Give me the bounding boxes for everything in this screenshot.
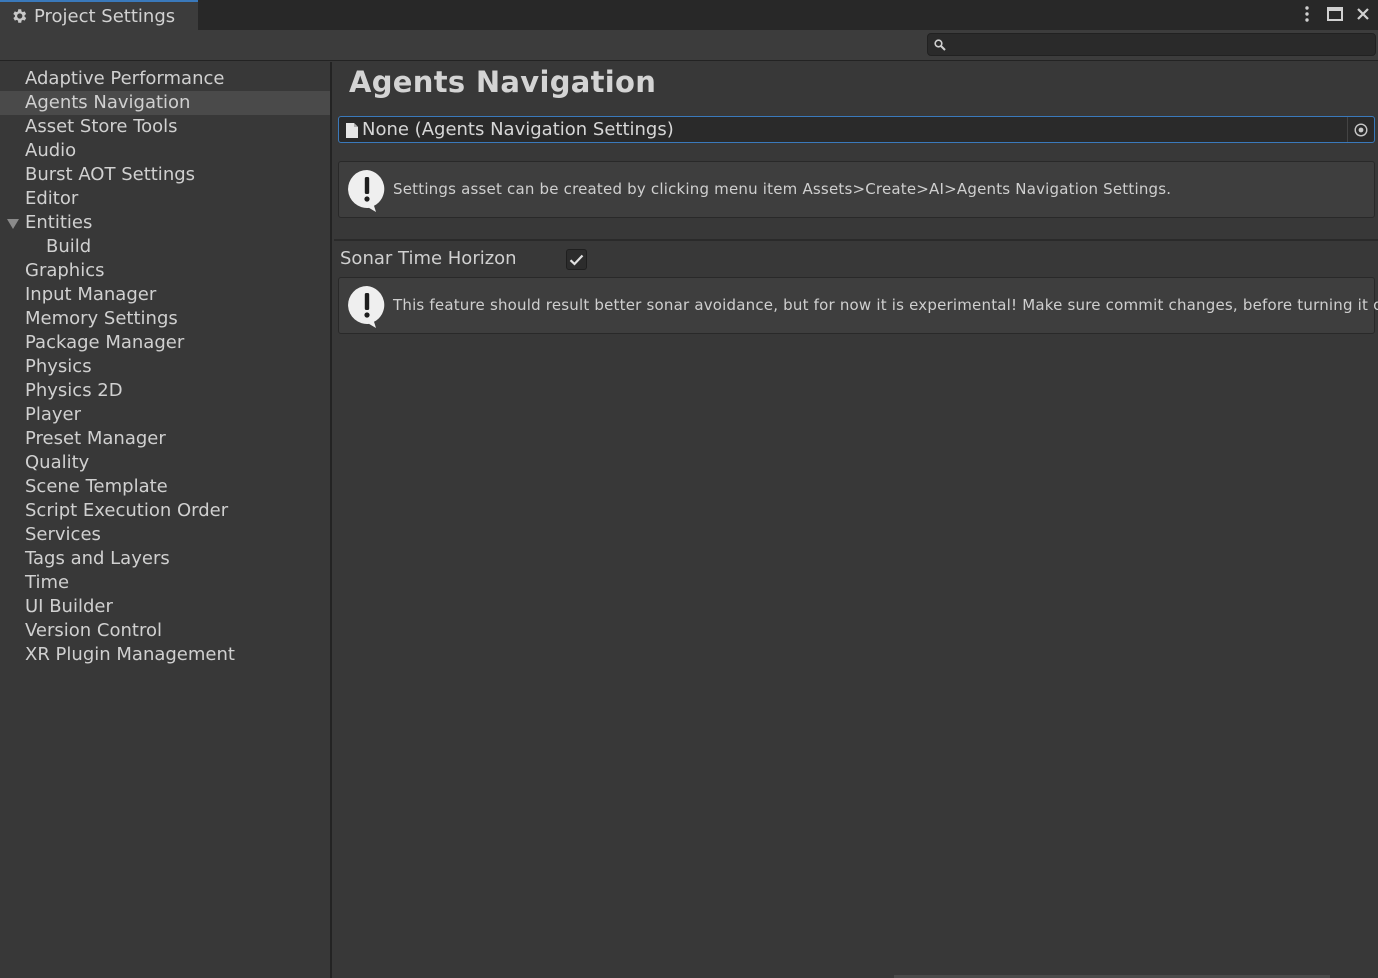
sidebar-item-asset-store-tools[interactable]: Asset Store Tools (0, 115, 330, 139)
sidebar-item-agents-navigation[interactable]: Agents Navigation (0, 91, 330, 115)
sidebar-item-input-manager[interactable]: Input Manager (0, 283, 330, 307)
sidebar-item-memory-settings[interactable]: Memory Settings (0, 307, 330, 331)
gear-icon (13, 9, 27, 23)
settings-panel: Agents Navigation None (Agents Navigatio… (334, 62, 1378, 978)
settings-asset-field[interactable]: None (Agents Navigation Settings) (338, 116, 1375, 143)
warning-speech-bubble-icon (348, 286, 385, 328)
sidebar-item-services[interactable]: Services (0, 523, 330, 547)
sonar-help-text: This feature should result better sonar … (393, 296, 1378, 314)
expand-arrow-icon[interactable] (7, 219, 19, 229)
tab-project-settings[interactable]: Project Settings (0, 0, 198, 30)
search-box[interactable] (927, 33, 1376, 56)
sidebar-item-preset-manager[interactable]: Preset Manager (0, 427, 330, 451)
sidebar-item-tags-and-layers[interactable]: Tags and Layers (0, 547, 330, 571)
tab-title: Project Settings (34, 5, 176, 27)
sonar-help-box: This feature should result better sonar … (338, 277, 1378, 334)
sonar-time-horizon-checkbox[interactable] (566, 249, 587, 270)
section-divider (334, 239, 1378, 241)
more-options-icon[interactable] (1298, 4, 1316, 24)
sidebar-item-quality[interactable]: Quality (0, 451, 330, 475)
document-icon (346, 123, 358, 138)
title-bar: Project Settings (0, 0, 1378, 30)
sonar-time-horizon-row: Sonar Time Horizon (340, 248, 1370, 272)
sidebar-item-entities[interactable]: Entities (0, 211, 330, 235)
sonar-time-horizon-label: Sonar Time Horizon (340, 248, 517, 269)
settings-asset-value: None (Agents Navigation Settings) (362, 119, 674, 140)
toolbar (0, 30, 1378, 61)
settings-help-text: Settings asset can be created by clickin… (393, 180, 1172, 198)
sidebar-item-time[interactable]: Time (0, 571, 330, 595)
warning-speech-bubble-icon (348, 170, 385, 212)
settings-category-list: Adaptive Performance Agents Navigation A… (0, 67, 330, 667)
search-input[interactable] (952, 35, 1367, 54)
page-title: Agents Navigation (349, 65, 657, 99)
checkmark-icon (569, 254, 584, 266)
sidebar-item-scene-template[interactable]: Scene Template (0, 475, 330, 499)
sidebar-item-xr-plugin-management[interactable]: XR Plugin Management (0, 643, 330, 667)
sidebar-item-ui-builder[interactable]: UI Builder (0, 595, 330, 619)
close-icon[interactable] (1354, 4, 1372, 24)
sidebar-item-adaptive-performance[interactable]: Adaptive Performance (0, 67, 330, 91)
sidebar-item-version-control[interactable]: Version Control (0, 619, 330, 643)
object-picker-icon[interactable] (1347, 117, 1374, 142)
sidebar-item-entities-build[interactable]: Build (0, 235, 330, 259)
sidebar-item-physics[interactable]: Physics (0, 355, 330, 379)
sidebar-item-package-manager[interactable]: Package Manager (0, 331, 330, 355)
sidebar-item-player[interactable]: Player (0, 403, 330, 427)
maximize-icon[interactable] (1326, 4, 1344, 24)
sidebar-item-burst-aot-settings[interactable]: Burst AOT Settings (0, 163, 330, 187)
sidebar-item-editor[interactable]: Editor (0, 187, 330, 211)
sidebar-item-script-execution-order[interactable]: Script Execution Order (0, 499, 330, 523)
settings-help-box: Settings asset can be created by clickin… (338, 161, 1375, 218)
sidebar-item-physics-2d[interactable]: Physics 2D (0, 379, 330, 403)
sidebar: Adaptive Performance Agents Navigation A… (0, 62, 332, 978)
sidebar-item-graphics[interactable]: Graphics (0, 259, 330, 283)
window-controls (1298, 2, 1372, 26)
search-icon (934, 39, 946, 51)
sidebar-item-audio[interactable]: Audio (0, 139, 330, 163)
